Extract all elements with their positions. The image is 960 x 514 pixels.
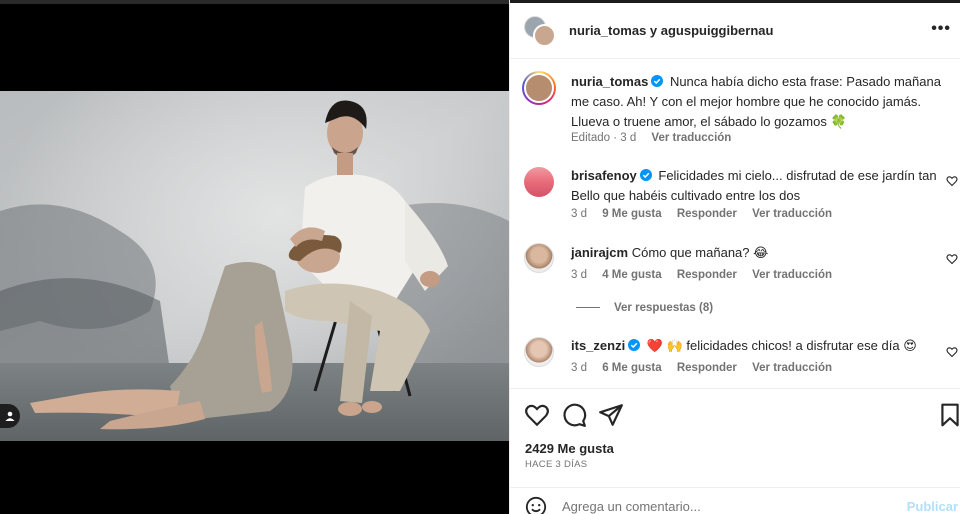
post-media[interactable] xyxy=(0,0,509,514)
avatar[interactable] xyxy=(524,243,554,273)
header-usernames[interactable]: nuria_tomas y aguspuiggibernau xyxy=(569,23,773,38)
post-header: nuria_tomas y aguspuiggibernau ••• xyxy=(510,4,960,59)
save-icon[interactable] xyxy=(937,402,960,428)
media-top-strip xyxy=(0,0,509,4)
comment-time: 3 d xyxy=(571,362,587,374)
avatar[interactable] xyxy=(524,337,554,367)
post-photo[interactable] xyxy=(0,91,509,441)
comment-username[interactable]: brisafenoy xyxy=(571,168,637,183)
share-icon[interactable] xyxy=(598,402,624,428)
publish-button[interactable]: Publicar xyxy=(907,499,958,514)
comment-item: brisafenoy Felicidades mi cielo... disfr… xyxy=(571,166,941,206)
avatar[interactable] xyxy=(533,24,556,47)
comment-text: Cómo que mañana? 😂 xyxy=(631,245,769,260)
comment-item: janirajcm Cómo que mañana? 😂 xyxy=(571,243,941,263)
post-sidebar: nuria_tomas y aguspuiggibernau ••• nuria… xyxy=(509,0,960,514)
posted-time: HACE 3 DÍAS xyxy=(525,459,588,470)
comment-text: ❤️ 🙌 felicidades chicos! a disfrutar ese… xyxy=(646,338,917,353)
avatar[interactable] xyxy=(522,71,556,105)
caption-emoji: 🍀 xyxy=(830,114,847,129)
caption-meta: Editado · 3 d Ver traducción xyxy=(571,132,743,144)
heart-icon[interactable] xyxy=(946,346,958,358)
comment-item: its_zenzi ❤️ 🙌 felicidades chicos! a dis… xyxy=(571,336,941,356)
comment-likes[interactable]: 6 Me gusta xyxy=(602,362,661,374)
comment-icon[interactable] xyxy=(561,402,587,428)
verified-icon xyxy=(651,75,664,87)
verified-icon xyxy=(639,169,652,181)
comment-meta: 3 d 4 Me gusta Responder Ver traducción xyxy=(571,269,844,281)
caption: nuria_tomas Nunca había dicho esta frase… xyxy=(571,72,956,132)
translate-link[interactable]: Ver traducción xyxy=(651,132,731,144)
reply-button[interactable]: Responder xyxy=(677,208,737,220)
view-replies-label[interactable]: Ver respuestas (8) xyxy=(614,302,713,314)
comment-input[interactable] xyxy=(562,499,892,514)
heart-icon[interactable] xyxy=(946,253,958,265)
comment-likes[interactable]: 4 Me gusta xyxy=(602,269,661,281)
comment-time: 3 d xyxy=(571,269,587,281)
panel-top-strip xyxy=(510,0,960,3)
comment-meta: 3 d 9 Me gusta Responder Ver traducción xyxy=(571,208,844,220)
reply-button[interactable]: Responder xyxy=(677,269,737,281)
view-replies[interactable]: Ver respuestas (8) xyxy=(576,302,725,314)
comment-time: 3 d xyxy=(571,208,587,220)
caption-username[interactable]: nuria_tomas xyxy=(571,74,648,89)
verified-icon xyxy=(628,339,641,351)
more-icon[interactable]: ••• xyxy=(931,20,951,38)
heart-icon[interactable] xyxy=(946,175,958,187)
comment-username[interactable]: janirajcm xyxy=(571,245,628,260)
post-actions: 2429 Me gusta HACE 3 DÍAS xyxy=(510,388,960,488)
add-comment-bar: Publicar xyxy=(510,487,960,514)
avatar[interactable] xyxy=(524,167,554,197)
emoji-icon[interactable] xyxy=(525,496,547,514)
likes-count[interactable]: 2429 Me gusta xyxy=(525,441,614,456)
comment-likes[interactable]: 9 Me gusta xyxy=(602,208,661,220)
comment-username[interactable]: its_zenzi xyxy=(571,338,625,353)
heart-icon[interactable] xyxy=(524,402,550,428)
edited-label: Editado · 3 d xyxy=(571,132,637,144)
translate-link[interactable]: Ver traducción xyxy=(752,362,832,374)
comment-meta: 3 d 6 Me gusta Responder Ver traducción xyxy=(571,362,844,374)
translate-link[interactable]: Ver traducción xyxy=(752,208,832,220)
reply-button[interactable]: Responder xyxy=(677,362,737,374)
translate-link[interactable]: Ver traducción xyxy=(752,269,832,281)
